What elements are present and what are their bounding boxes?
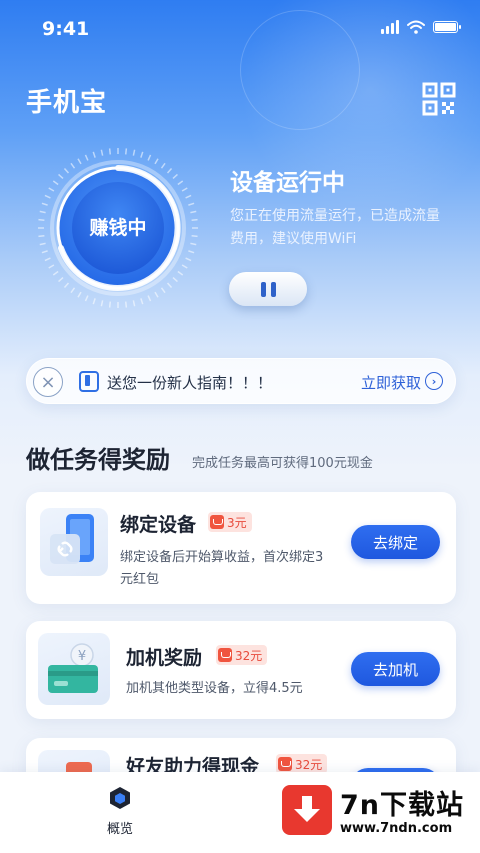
section-subtitle: 完成任务最高可获得100元现金 <box>192 456 373 471</box>
tab-overview-label: 概览 <box>106 822 133 837</box>
add-device-button[interactable]: 去加机 <box>351 652 440 686</box>
red-packet-icon <box>210 515 224 529</box>
status-icons <box>381 20 461 34</box>
watermark-url: www.7ndn.com <box>340 821 453 836</box>
red-packet-icon <box>218 648 232 662</box>
battery-icon <box>433 21 461 33</box>
guide-banner-text: 送您一份新人指南！！！ <box>107 374 273 392</box>
book-icon <box>79 371 99 392</box>
device-status-desc: 您正在使用流量运行，已造成流量费用，建议使用WiFi <box>230 208 440 247</box>
site-watermark: 7n下载站 www.7ndn.com <box>282 783 468 843</box>
status-bar: 9:41 <box>0 0 480 56</box>
task-card-add-device: ¥ 加机奖励 32元 加机其他类型设备，立得4.5元 去加机 <box>26 621 456 719</box>
svg-text:¥: ¥ <box>78 649 86 664</box>
task-title: 绑定设备 <box>120 514 197 536</box>
reward-badge: 32元 <box>216 645 268 665</box>
guide-banner-cta[interactable]: 立即获取 <box>361 372 421 393</box>
task-card-bind-device: 绑定设备 3元 绑定设备后开始算收益，首次绑定3元红包 去绑定 <box>26 492 456 604</box>
overview-icon <box>110 787 130 809</box>
tab-overview[interactable]: 概览 <box>100 786 140 837</box>
signal-icon <box>381 20 399 34</box>
download-logo <box>282 785 332 835</box>
status-time: 9:41 <box>42 18 90 40</box>
pause-icon <box>260 281 266 297</box>
phone-link-icon <box>40 508 108 576</box>
gauge-label: 赚钱中 <box>89 216 147 239</box>
app-title: 手机宝 <box>26 88 108 118</box>
money-card-icon: ¥ <box>38 633 110 705</box>
reward-badge: 3元 <box>208 512 252 532</box>
close-icon[interactable]: × <box>33 367 63 397</box>
red-packet-icon <box>278 757 292 771</box>
reward-badge: 32元 <box>276 754 328 774</box>
section-title: 做任务得奖励 <box>26 446 170 474</box>
chevron-right-icon[interactable]: › <box>425 372 443 390</box>
wifi-icon <box>407 20 425 34</box>
guide-banner[interactable]: × 送您一份新人指南！！！ 立即获取 › <box>26 358 456 404</box>
task-title: 加机奖励 <box>126 647 203 669</box>
bind-device-button[interactable]: 去绑定 <box>351 525 440 559</box>
task-desc: 加机其他类型设备，立得4.5元 <box>126 681 303 696</box>
device-status-title: 设备运行中 <box>230 170 345 196</box>
pause-button[interactable] <box>229 272 307 306</box>
watermark-name: 7n下载站 <box>340 790 465 821</box>
task-desc: 绑定设备后开始算收益，首次绑定3元红包 <box>120 550 324 587</box>
qr-code-icon[interactable] <box>422 82 456 116</box>
earning-gauge[interactable]: 赚钱中 <box>28 144 208 314</box>
